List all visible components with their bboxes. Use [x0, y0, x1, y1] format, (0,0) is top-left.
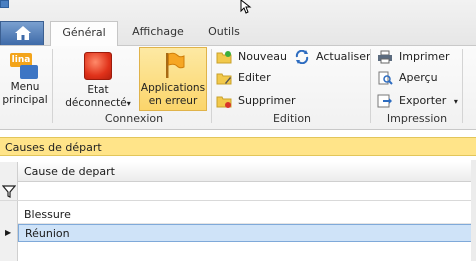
- section-title: Causes de départ: [0, 137, 476, 156]
- menu-principal-button[interactable]: lina Menu principal: [2, 51, 48, 113]
- exporter-label: Exporter: [399, 94, 447, 107]
- group-label-edition: Edition: [272, 112, 312, 125]
- etat-label-2: déconnecté: [65, 97, 127, 109]
- printer-icon: [377, 50, 393, 64]
- dropdown-arrow-icon: ▾: [126, 99, 131, 108]
- ribbon-separator: [462, 49, 463, 123]
- actualiser-label: Actualiser: [316, 50, 371, 63]
- actualiser-button[interactable]: Actualiser: [294, 48, 371, 66]
- supprimer-button[interactable]: Supprimer: [216, 92, 296, 110]
- status-red-icon: [84, 52, 112, 80]
- folder-delete-icon: [216, 94, 232, 108]
- imprimer-button[interactable]: Imprimer: [377, 48, 450, 66]
- mouse-cursor-icon: [240, 0, 252, 14]
- scrollbar[interactable]: [471, 160, 476, 261]
- tab-home[interactable]: [0, 21, 44, 45]
- ribbon-separator: [211, 49, 212, 123]
- print-preview-icon: [377, 71, 393, 85]
- apercu-button[interactable]: Aperçu: [377, 69, 438, 87]
- flag-icon: [160, 51, 186, 79]
- ribbon-separator: [370, 49, 371, 123]
- tab-affichage[interactable]: Affichage: [123, 21, 193, 45]
- tab-general[interactable]: Général: [50, 21, 118, 47]
- current-row-marker-icon: ▶: [5, 228, 12, 237]
- nouveau-label: Nouveau: [238, 50, 287, 63]
- supprimer-label: Supprimer: [238, 94, 296, 107]
- apercu-label: Aperçu: [399, 71, 438, 84]
- refresh-icon: [294, 49, 310, 65]
- app-corner-icon: [0, 0, 9, 8]
- export-icon: [377, 94, 393, 108]
- column-header-cause[interactable]: Cause de depart: [24, 162, 115, 182]
- table-row-selected[interactable]: Réunion: [18, 224, 476, 242]
- lina-logo-icon: lina: [10, 51, 40, 81]
- ribbon-separator: [52, 49, 53, 123]
- exporter-button[interactable]: Exporter ▾: [377, 92, 458, 110]
- applications-label-2: en erreur: [148, 95, 198, 107]
- home-icon: [15, 26, 31, 40]
- group-label-connexion: Connexion: [104, 112, 164, 125]
- filter-icon[interactable]: [1, 185, 17, 198]
- etat-deconnecte-button[interactable]: Etat déconnecté▾: [62, 50, 134, 112]
- dropdown-arrow-icon: ▾: [453, 97, 458, 106]
- editer-button[interactable]: Editer: [216, 69, 271, 87]
- row-header-column: [0, 162, 18, 261]
- nouveau-button[interactable]: Nouveau: [216, 48, 287, 66]
- applications-label-1: Applications: [140, 82, 206, 94]
- etat-label-1: Etat: [87, 84, 109, 96]
- filter-row[interactable]: [0, 182, 476, 201]
- editer-label: Editer: [238, 71, 271, 84]
- table-row[interactable]: Blessure: [18, 206, 476, 224]
- group-label-impression: Impression: [386, 112, 448, 125]
- tab-outils[interactable]: Outils: [196, 21, 252, 45]
- imprimer-label: Imprimer: [399, 50, 450, 63]
- menu-principal-label-1: Menu: [10, 81, 40, 93]
- menu-principal-label-2: principal: [2, 94, 48, 106]
- folder-edit-icon: [216, 71, 232, 85]
- applications-en-erreur-button[interactable]: Applications en erreur: [139, 47, 207, 111]
- folder-add-icon: [216, 50, 232, 64]
